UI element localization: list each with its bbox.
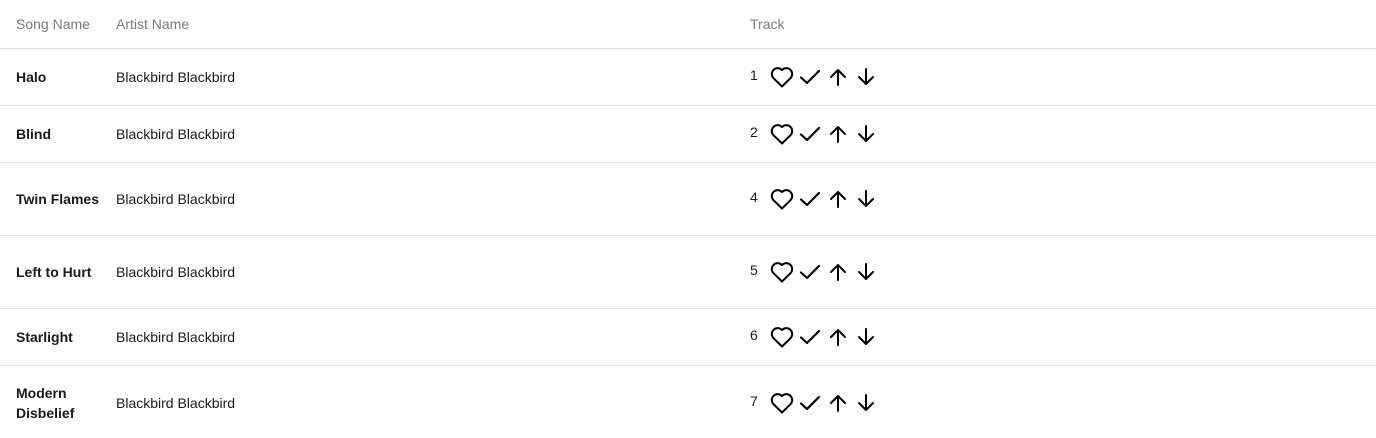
table-row: Blind Blackbird Blackbird 2	[0, 106, 1376, 163]
table-row: Starlight Blackbird Blackbird 6	[0, 309, 1376, 366]
track-number: 2	[750, 124, 758, 140]
track-cell: 6	[734, 323, 1376, 351]
artist-name-cell: Blackbird Blackbird	[116, 329, 236, 345]
track-cell: 2	[734, 120, 1376, 148]
check-icon[interactable]	[796, 120, 824, 148]
column-header-song-name[interactable]: Song Name	[0, 14, 100, 34]
song-name-cell: Left to Hurt	[16, 264, 92, 280]
heart-icon[interactable]	[768, 63, 796, 91]
arrow-up-icon[interactable]	[824, 185, 852, 213]
artist-name-cell: Blackbird Blackbird	[116, 191, 236, 207]
arrow-up-icon[interactable]	[824, 120, 852, 148]
track-cell: 1	[734, 63, 1376, 91]
arrow-up-icon[interactable]	[824, 323, 852, 351]
heart-icon[interactable]	[768, 120, 796, 148]
heart-icon[interactable]	[768, 185, 796, 213]
track-number: 7	[750, 392, 758, 409]
song-name-cell: Halo	[16, 69, 47, 85]
song-name-cell: Starlight	[16, 329, 73, 345]
table-header: Song Name Artist Name Track	[0, 0, 1376, 49]
track-cell: 4	[734, 185, 1376, 213]
check-icon[interactable]	[796, 63, 824, 91]
arrow-down-icon[interactable]	[852, 258, 880, 286]
table-row: Twin Flames Blackbird Blackbird 4	[0, 163, 1376, 236]
arrow-up-icon[interactable]	[824, 389, 852, 417]
artist-name-cell: Blackbird Blackbird	[116, 69, 236, 85]
artist-name-cell: Blackbird Blackbird	[116, 394, 236, 411]
check-icon[interactable]	[796, 258, 824, 286]
heart-icon[interactable]	[768, 323, 796, 351]
arrow-up-icon[interactable]	[824, 258, 852, 286]
track-cell: 5	[734, 258, 1376, 286]
arrow-down-icon[interactable]	[852, 323, 880, 351]
track-number: 1	[750, 67, 758, 83]
heart-icon[interactable]	[768, 258, 796, 286]
column-header-track[interactable]: Track	[734, 16, 1376, 32]
arrow-up-icon[interactable]	[824, 63, 852, 91]
track-cell: 7	[734, 389, 1376, 417]
heart-icon[interactable]	[768, 389, 796, 417]
arrow-down-icon[interactable]	[852, 185, 880, 213]
check-icon[interactable]	[796, 185, 824, 213]
check-icon[interactable]	[796, 389, 824, 417]
table-row: Modern Disbelief Blackbird Blackbird 7	[0, 366, 1376, 438]
song-table: Song Name Artist Name Track Halo Blackbi…	[0, 0, 1376, 438]
track-number: 6	[750, 327, 758, 343]
check-icon[interactable]	[796, 323, 824, 351]
track-number: 4	[750, 189, 758, 205]
arrow-down-icon[interactable]	[852, 120, 880, 148]
arrow-down-icon[interactable]	[852, 389, 880, 417]
table-row: Left to Hurt Blackbird Blackbird 5	[0, 236, 1376, 309]
artist-name-cell: Blackbird Blackbird	[116, 264, 236, 280]
track-number: 5	[750, 262, 758, 278]
table-row: Halo Blackbird Blackbird 1	[0, 49, 1376, 106]
song-name-cell: Blind	[16, 126, 51, 142]
song-name-cell: Modern Disbelief	[16, 384, 75, 421]
arrow-down-icon[interactable]	[852, 63, 880, 91]
artist-name-cell: Blackbird Blackbird	[116, 126, 236, 142]
song-name-cell: Twin Flames	[16, 191, 99, 207]
column-header-artist-name[interactable]: Artist Name	[100, 14, 734, 34]
